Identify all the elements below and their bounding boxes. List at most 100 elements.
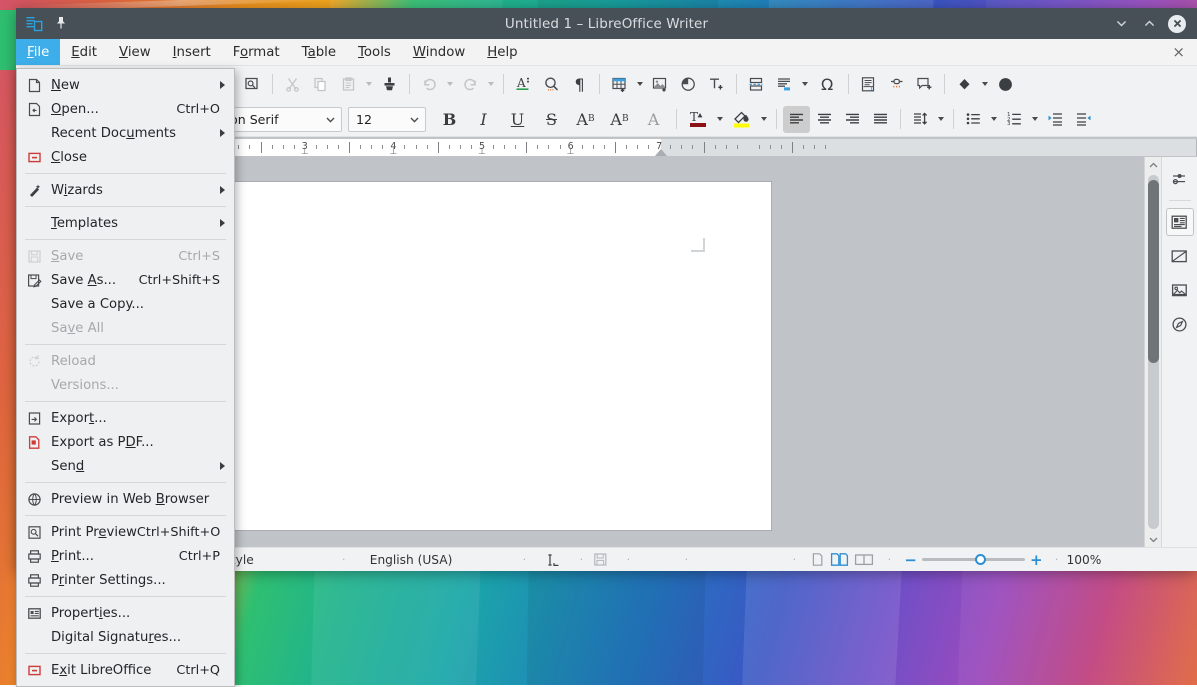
- zoom-slider[interactable]: − +: [899, 551, 1047, 569]
- ordered-list-dropdown[interactable]: [1029, 106, 1041, 133]
- clone-formatting-icon[interactable]: [376, 71, 403, 98]
- undo-dropdown[interactable]: [444, 71, 456, 98]
- menu-item-export-as-pdf[interactable]: Export as PDF...: [17, 430, 234, 454]
- show-draw-functions-icon[interactable]: [992, 71, 1019, 98]
- redo-icon[interactable]: [457, 71, 484, 98]
- align-justified-icon[interactable]: [867, 106, 894, 133]
- menu-item-preview-in-web-browser[interactable]: Preview in Web Browser: [17, 487, 234, 511]
- insert-field-icon[interactable]: [771, 71, 798, 98]
- menu-tools[interactable]: Tools: [347, 39, 402, 65]
- page-deck-icon[interactable]: [1166, 242, 1194, 270]
- minimize-button[interactable]: [1112, 15, 1130, 33]
- zoom-out-button[interactable]: −: [899, 551, 922, 569]
- menu-item-print-preview[interactable]: Print PreviewCtrl+Shift+O: [17, 520, 234, 544]
- increase-indent-icon[interactable]: [1042, 106, 1069, 133]
- language-status[interactable]: English (USA): [370, 548, 453, 571]
- menu-format[interactable]: Format: [222, 39, 291, 65]
- scroll-down-icon[interactable]: [1148, 531, 1159, 547]
- align-center-icon[interactable]: [811, 106, 838, 133]
- paste-icon[interactable]: [335, 71, 362, 98]
- menu-insert[interactable]: Insert: [162, 39, 222, 65]
- menu-item-print[interactable]: Print...Ctrl+P: [17, 544, 234, 568]
- subscript-icon[interactable]: AB: [603, 106, 636, 133]
- multiple-page-view-icon[interactable]: [830, 548, 849, 571]
- menu-item-open[interactable]: Open...Ctrl+O: [17, 97, 234, 121]
- menu-item-properties[interactable]: Properties...: [17, 601, 234, 625]
- zoom-track[interactable]: [922, 558, 1025, 561]
- align-left-icon[interactable]: [783, 106, 810, 133]
- formatting-marks-icon[interactable]: ¶: [566, 71, 593, 98]
- ruler-tab-stop[interactable]: ⊥: [389, 147, 397, 157]
- properties-deck-icon[interactable]: [1166, 208, 1194, 236]
- maximize-button[interactable]: [1140, 15, 1158, 33]
- menu-item-templates[interactable]: Templates: [17, 211, 234, 235]
- highlighting-color-icon[interactable]: [727, 106, 757, 133]
- bold-icon[interactable]: B: [433, 106, 466, 133]
- pin-icon[interactable]: [53, 15, 71, 33]
- find-replace-icon[interactable]: [538, 71, 565, 98]
- font-color-icon[interactable]: T: [683, 106, 713, 133]
- menu-item-close[interactable]: Close: [17, 145, 234, 169]
- insert-chart-icon[interactable]: [675, 71, 702, 98]
- ruler-tab-stop[interactable]: ⊥: [478, 147, 486, 157]
- sidebar-settings-icon[interactable]: [1166, 165, 1194, 193]
- menu-table[interactable]: Table: [291, 39, 347, 65]
- decrease-indent-icon[interactable]: [1070, 106, 1097, 133]
- menu-item-save-a-copy[interactable]: Save a Copy...: [17, 292, 234, 316]
- highlighting-color-dropdown[interactable]: [758, 106, 770, 133]
- special-character-icon[interactable]: Ω: [812, 71, 842, 98]
- menu-item-recent-documents[interactable]: Recent Documents: [17, 121, 234, 145]
- close-button[interactable]: [1168, 15, 1186, 33]
- menu-item-send[interactable]: Send: [17, 454, 234, 478]
- unordered-list-dropdown[interactable]: [988, 106, 1000, 133]
- menu-item-wizards[interactable]: Wizards: [17, 178, 234, 202]
- selection-mode-icon[interactable]: [546, 548, 563, 571]
- font-size-combobox[interactable]: 12: [348, 107, 426, 132]
- menu-item-export[interactable]: Export...: [17, 406, 234, 430]
- page-break-icon[interactable]: [743, 71, 770, 98]
- ruler-tab-stop[interactable]: ⊥: [567, 147, 575, 157]
- close-document-button[interactable]: ×: [1172, 39, 1197, 65]
- insert-comment-icon[interactable]: [911, 71, 938, 98]
- copy-icon[interactable]: [307, 71, 334, 98]
- insert-table-dropdown[interactable]: [634, 71, 646, 98]
- line-spacing-icon[interactable]: [907, 106, 934, 133]
- unordered-list-icon[interactable]: [960, 106, 987, 133]
- ruler-tab-stop[interactable]: ⊥: [301, 147, 309, 157]
- font-color-dropdown[interactable]: [714, 106, 726, 133]
- scroll-up-icon[interactable]: [1148, 157, 1159, 173]
- zoom-in-button[interactable]: +: [1025, 551, 1048, 569]
- align-right-icon[interactable]: [839, 106, 866, 133]
- menu-window[interactable]: Window: [402, 39, 476, 65]
- scrollbar-thumb[interactable]: [1148, 180, 1159, 363]
- cut-icon[interactable]: [279, 71, 306, 98]
- undo-icon[interactable]: [416, 71, 443, 98]
- file-menu-dropdown[interactable]: NewOpen...Ctrl+ORecent DocumentsClose Wiz…: [16, 68, 235, 687]
- menu-item-save-as[interactable]: Save As...Ctrl+Shift+S: [17, 268, 234, 292]
- insert-footnote-icon[interactable]: 1: [855, 71, 882, 98]
- zoom-handle[interactable]: [975, 554, 986, 565]
- title-bar[interactable]: Untitled 1 – LibreOffice Writer: [16, 8, 1197, 39]
- document-modified-icon[interactable]: [593, 548, 608, 571]
- paste-dropdown[interactable]: [363, 71, 375, 98]
- basic-shapes-dropdown[interactable]: [979, 71, 991, 98]
- menu-item-exit-libreoffice[interactable]: Exit LibreOfficeCtrl+Q: [17, 658, 234, 682]
- basic-shapes-icon[interactable]: [951, 71, 978, 98]
- clear-formatting-icon[interactable]: A: [637, 106, 670, 133]
- menu-item-digital-signatures[interactable]: Digital Signatures...: [17, 625, 234, 649]
- gallery-deck-icon[interactable]: [1166, 276, 1194, 304]
- zoom-level-status[interactable]: 100%: [1067, 548, 1102, 571]
- insert-field-dropdown[interactable]: [799, 71, 811, 98]
- strikethrough-icon[interactable]: S: [535, 106, 568, 133]
- underline-icon[interactable]: U: [501, 106, 534, 133]
- menu-edit[interactable]: Edit: [60, 39, 108, 65]
- menu-view[interactable]: View: [108, 39, 162, 65]
- navigator-deck-icon[interactable]: [1166, 310, 1194, 338]
- redo-dropdown[interactable]: [485, 71, 497, 98]
- insert-text-box-icon[interactable]: [703, 71, 730, 98]
- menu-file[interactable]: File: [16, 39, 60, 65]
- menu-item-new[interactable]: New: [17, 73, 234, 97]
- font-name-combobox[interactable]: on Serif: [222, 107, 342, 132]
- ordered-list-icon[interactable]: 123: [1001, 106, 1028, 133]
- insert-table-icon[interactable]: [606, 71, 633, 98]
